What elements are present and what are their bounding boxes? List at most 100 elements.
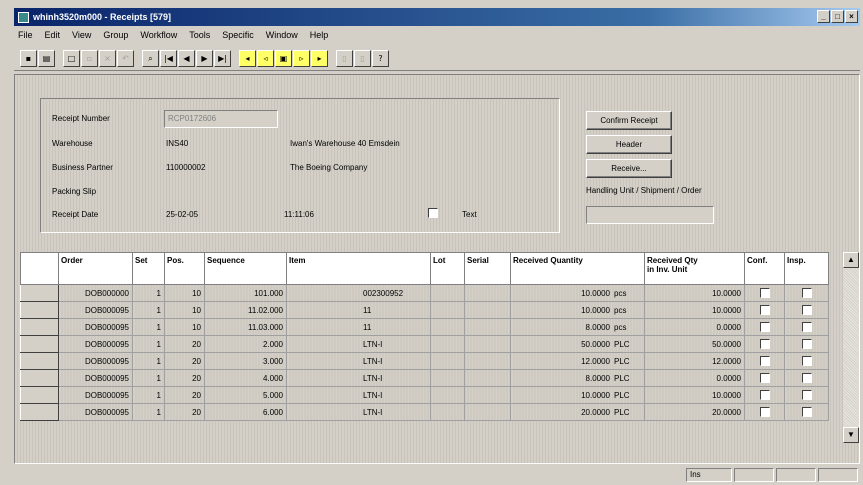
cell-serial[interactable]: [464, 369, 511, 387]
col-set[interactable]: Set: [132, 252, 165, 285]
cell-position[interactable]: 20: [164, 403, 205, 421]
cell-position[interactable]: 10: [164, 284, 205, 302]
cell-set[interactable]: 1: [132, 403, 165, 421]
minimize-icon[interactable]: _: [817, 10, 830, 23]
cell-item[interactable]: LTN-I: [286, 369, 431, 387]
cell-sequence[interactable]: 101.000: [204, 284, 287, 302]
receive-button[interactable]: Receive...: [586, 159, 672, 178]
cell-set[interactable]: 1: [132, 369, 165, 387]
inspection-checkbox[interactable]: [801, 305, 812, 315]
cell-confirmed[interactable]: [744, 386, 785, 404]
cell-confirmed[interactable]: [744, 284, 785, 302]
col-confirmed[interactable]: Conf.: [744, 252, 785, 285]
cell-position[interactable]: 10: [164, 318, 205, 336]
cell-sequence[interactable]: 11.02.000: [204, 301, 287, 319]
cell-received-qty-inv-unit[interactable]: 12.0000: [644, 352, 745, 370]
cell-serial[interactable]: [464, 318, 511, 336]
close-icon[interactable]: ×: [845, 10, 858, 23]
table-row[interactable]: DOB000095 1 20 4.000 LTN-I 8.0000 PLC 0.0000: [20, 369, 829, 387]
cell-order[interactable]: DOB000000: [58, 284, 133, 302]
cell-sequence[interactable]: 5.000: [204, 386, 287, 404]
cell-order[interactable]: DOB000095: [58, 335, 133, 353]
confirmed-checkbox[interactable]: [759, 322, 770, 332]
cell-set[interactable]: 1: [132, 335, 165, 353]
table-row[interactable]: DOB000095 1 10 11.02.000 11 10.0000 pcs 10.0000: [20, 301, 829, 319]
cell-lot[interactable]: [430, 352, 465, 370]
confirmed-checkbox[interactable]: [759, 356, 770, 366]
cell-confirmed[interactable]: [744, 403, 785, 421]
menu-view[interactable]: View: [72, 30, 91, 40]
cell-received-quantity[interactable]: 10.0000 pcs: [510, 301, 645, 319]
cell-received-qty-inv-unit[interactable]: 0.0000: [644, 318, 745, 336]
table-row[interactable]: DOB000095 1 10 11.03.000 11 8.0000 pcs 0.0000: [20, 318, 829, 336]
cell-set[interactable]: 1: [132, 352, 165, 370]
cell-item[interactable]: LTN-I: [286, 352, 431, 370]
cell-item[interactable]: 11: [286, 318, 431, 336]
cell-position[interactable]: 20: [164, 352, 205, 370]
cell-inspection[interactable]: [784, 403, 829, 421]
next-record-icon[interactable]: ▶: [196, 50, 213, 67]
cell-confirmed[interactable]: [744, 335, 785, 353]
cell-order[interactable]: DOB000095: [58, 318, 133, 336]
cell-order[interactable]: DOB000095: [58, 369, 133, 387]
cell-position[interactable]: 20: [164, 369, 205, 387]
cell-received-quantity[interactable]: 8.0000 PLC: [510, 369, 645, 387]
cell-serial[interactable]: [464, 403, 511, 421]
row-selector[interactable]: [20, 352, 59, 370]
cell-item[interactable]: LTN-I: [286, 403, 431, 421]
maximize-icon[interactable]: □: [831, 10, 844, 23]
row-selector[interactable]: [20, 284, 59, 302]
attach-icon[interactable]: ▯: [354, 50, 371, 67]
row-selector[interactable]: [20, 369, 59, 387]
cell-inspection[interactable]: [784, 301, 829, 319]
cell-received-quantity[interactable]: 50.0000 PLC: [510, 335, 645, 353]
cell-received-qty-inv-unit[interactable]: 50.0000: [644, 335, 745, 353]
menu-help[interactable]: Help: [310, 30, 329, 40]
row-selector[interactable]: [20, 318, 59, 336]
scroll-down-icon[interactable]: ▼: [843, 427, 859, 443]
col-inspection[interactable]: Insp.: [784, 252, 829, 285]
title-bar[interactable]: whinh3520m000 - Receipts [579] _ □ ×: [14, 8, 860, 26]
cell-lot[interactable]: [430, 284, 465, 302]
cell-position[interactable]: 10: [164, 301, 205, 319]
col-lot[interactable]: Lot: [430, 252, 465, 285]
cell-position[interactable]: 20: [164, 386, 205, 404]
cell-set[interactable]: 1: [132, 301, 165, 319]
inspection-checkbox[interactable]: [801, 356, 812, 366]
inspection-checkbox[interactable]: [801, 288, 812, 298]
menu-workflow[interactable]: Workflow: [140, 30, 177, 40]
cell-confirmed[interactable]: [744, 352, 785, 370]
undo-icon[interactable]: ↶: [117, 50, 134, 67]
cell-order[interactable]: DOB000095: [58, 301, 133, 319]
vertical-scrollbar[interactable]: ▲ ▼: [843, 252, 859, 443]
previous-record-icon[interactable]: ◀: [178, 50, 195, 67]
confirmed-checkbox[interactable]: [759, 339, 770, 349]
handling-unit-field[interactable]: [586, 206, 714, 224]
confirm-receipt-button[interactable]: Confirm Receipt: [586, 111, 672, 130]
table-row[interactable]: DOB000095 1 20 3.000 LTN-I 12.0000 PLC 12.0000: [20, 352, 829, 370]
inspection-checkbox[interactable]: [801, 373, 812, 383]
save-icon[interactable]: ▪: [20, 50, 37, 67]
cell-received-quantity[interactable]: 12.0000 PLC: [510, 352, 645, 370]
receipt-number-field[interactable]: RCP0172606: [164, 110, 278, 128]
cell-received-quantity[interactable]: 8.0000 pcs: [510, 318, 645, 336]
confirmed-checkbox[interactable]: [759, 373, 770, 383]
last-record-icon[interactable]: ▶|: [214, 50, 231, 67]
help-icon[interactable]: ?: [372, 50, 389, 67]
cell-item[interactable]: 002300952: [286, 284, 431, 302]
text-checkbox[interactable]: [428, 208, 438, 218]
cell-received-qty-inv-unit[interactable]: 20.0000: [644, 403, 745, 421]
cell-item[interactable]: LTN-I: [286, 335, 431, 353]
col-received-quantity[interactable]: Received Quantity: [510, 252, 645, 285]
col-received-qty-inv-unit[interactable]: Received Qty in Inv. Unit: [644, 252, 745, 285]
menu-specific[interactable]: Specific: [222, 30, 254, 40]
cell-lot[interactable]: [430, 335, 465, 353]
cell-serial[interactable]: [464, 352, 511, 370]
text-icon[interactable]: ▯: [336, 50, 353, 67]
cell-item[interactable]: 11: [286, 301, 431, 319]
cell-lot[interactable]: [430, 301, 465, 319]
print-icon[interactable]: ▤: [38, 50, 55, 67]
cell-serial[interactable]: [464, 301, 511, 319]
cell-received-qty-inv-unit[interactable]: 10.0000: [644, 386, 745, 404]
cell-set[interactable]: 1: [132, 386, 165, 404]
